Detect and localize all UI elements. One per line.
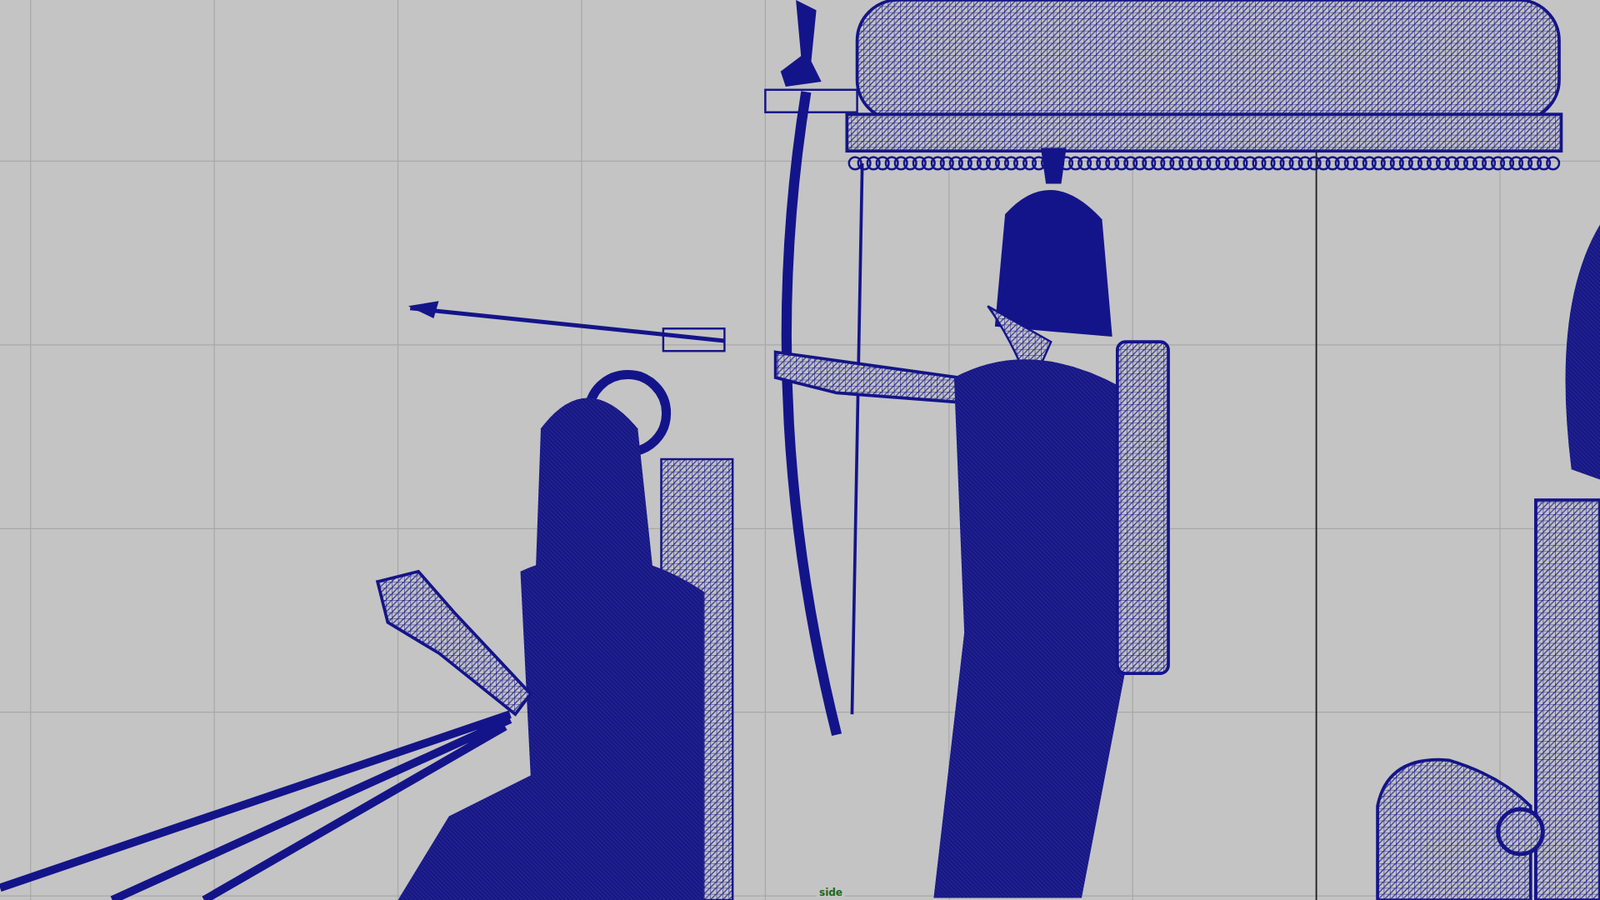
arrow	[408, 300, 725, 351]
wireframe-scene[interactable]	[0, 0, 1600, 900]
view-label: side	[816, 886, 845, 899]
chariot-right	[1377, 224, 1600, 900]
seated-charioteer	[0, 374, 733, 900]
grid	[0, 0, 1600, 900]
standing-archer	[775, 91, 1169, 898]
side-viewport[interactable]: side	[0, 0, 1600, 900]
canopy	[765, 0, 1561, 184]
